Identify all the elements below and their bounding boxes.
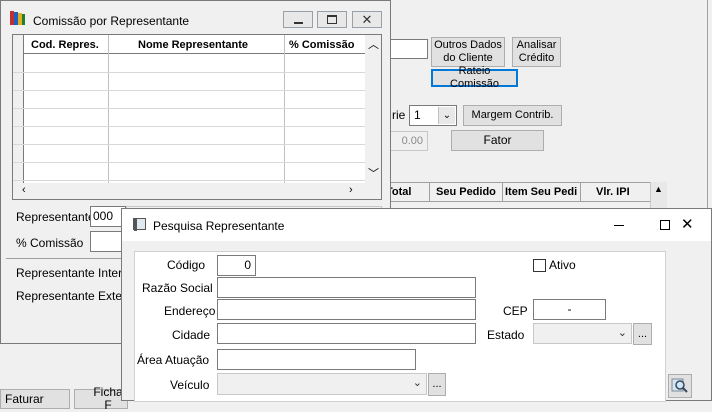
endereco-input[interactable] [217,299,476,320]
col-cod-repres: Cod. Repres. [31,39,99,51]
col-pct-comissao: % Comissão [289,39,355,51]
top-right-panel [390,0,712,32]
chevron-down-icon[interactable]: ﹀ [368,165,379,181]
serie-label: rie [392,108,406,122]
outros-dados-cliente-button[interactable]: Outros Dados do Cliente [431,37,505,67]
vertical-scrollbar[interactable]: ︿ ﹀ [365,35,381,183]
minimize-icon [293,21,303,24]
right-border-line [707,0,708,210]
margem-contrib-button[interactable]: Margem Contrib. [463,105,562,126]
estado-select[interactable]: ⌄ [533,323,632,344]
razao-social-label: Razão Social [142,281,213,295]
pesquisa-title-bar: Pesquisa Representante ✕ [122,209,711,241]
col-divider [284,35,285,183]
close-icon: ✕ [361,12,373,27]
app-icon [10,11,26,25]
grid-divider [502,182,503,202]
minimize-button[interactable] [596,209,642,241]
cep-input[interactable]: - [533,299,606,320]
chevron-down-icon: ⌄ [412,377,422,389]
row-line [13,108,365,109]
ativo-checkbox[interactable] [533,259,546,272]
serie-value: 1 [414,108,421,122]
row-line [13,180,365,181]
value-field[interactable]: 0.00 [385,131,428,151]
area-atuacao-input[interactable] [217,349,416,370]
bg-text-field[interactable] [385,39,428,59]
ficha-button[interactable]: Ficha F [74,386,128,412]
fator-button[interactable]: Fator [451,130,544,151]
col-divider [108,35,109,183]
veiculo-label: Veículo [170,378,210,392]
estado-label: Estado [487,328,525,342]
representante-label: Representante [16,210,95,224]
grid-indicator-column [13,35,24,183]
chevron-up-icon[interactable]: ︿ [368,36,379,52]
comissao-grid[interactable]: Cod. Repres. Nome Representante % Comiss… [12,34,382,200]
maximize-button[interactable] [317,11,347,28]
cidade-label: Cidade [172,328,211,342]
col-nome-representante: Nome Representante [138,39,249,51]
magnifier-icon [671,378,688,393]
window-icon [133,218,146,231]
horizontal-scrollbar[interactable]: ‹ › [13,183,381,199]
minimize-icon [614,225,624,226]
chevron-right-icon[interactable]: › [349,184,353,196]
codigo-label: Código [167,258,206,272]
grid-header-item-seu-pedi: Item Seu Pedi [505,186,578,198]
veiculo-select[interactable]: ⌄ [217,373,427,395]
razao-social-input[interactable] [217,277,476,298]
row-line [13,162,365,163]
serie-select[interactable]: 1 ⌄ [409,105,457,126]
close-button[interactable]: ✕ [352,11,382,28]
chevron-down-icon: ⌄ [438,107,455,124]
cep-label: CEP [503,304,528,318]
close-button[interactable]: ✕ [666,209,712,241]
row-line [13,72,365,73]
grid-scrollbar[interactable]: ▲ [650,182,667,210]
cidade-input[interactable] [217,323,476,344]
faturar-button[interactable]: Faturar [0,389,70,409]
row-line [13,126,365,127]
pesquisa-window: Pesquisa Representante ✕ Código 0 Ativo … [121,208,712,402]
pesquisa-title: Pesquisa Representante [153,219,285,233]
rep-interno-label: Representante Interno [16,266,136,280]
chevron-up-icon[interactable]: ▲ [654,184,663,194]
pct-comissao-label: % Comissão [16,236,84,250]
grid-header-seu-pedido: Seu Pedido [436,186,496,198]
chevron-left-icon[interactable]: ‹ [22,184,26,196]
comissao-title: Comissão por Representante [33,14,190,28]
ativo-label: Ativo [549,258,576,272]
row-line [13,90,365,91]
area-atuacao-label: Área Atuação [137,353,210,367]
analisar-credito-button[interactable]: Analisar Crédito [512,37,561,67]
grid-header-vlr-ipi: Vlr. IPI [596,186,630,198]
search-button[interactable] [668,374,692,398]
row-line [13,144,365,145]
minimize-button[interactable] [283,11,313,28]
grid-divider [429,182,430,202]
maximize-icon [327,15,337,24]
codigo-input[interactable]: 0 [217,255,256,276]
endereco-label: Endereço [164,304,216,318]
grid-divider [580,182,581,202]
estado-lookup-button[interactable]: ... [633,323,652,345]
rateio-comissao-button[interactable]: Rateio Comissão [431,65,518,90]
close-icon: ✕ [681,216,694,233]
chevron-down-icon: ⌄ [617,327,627,339]
veiculo-lookup-button[interactable]: ... [428,373,446,396]
comissao-title-bar: Comissão por Representante ✕ [1,1,390,31]
